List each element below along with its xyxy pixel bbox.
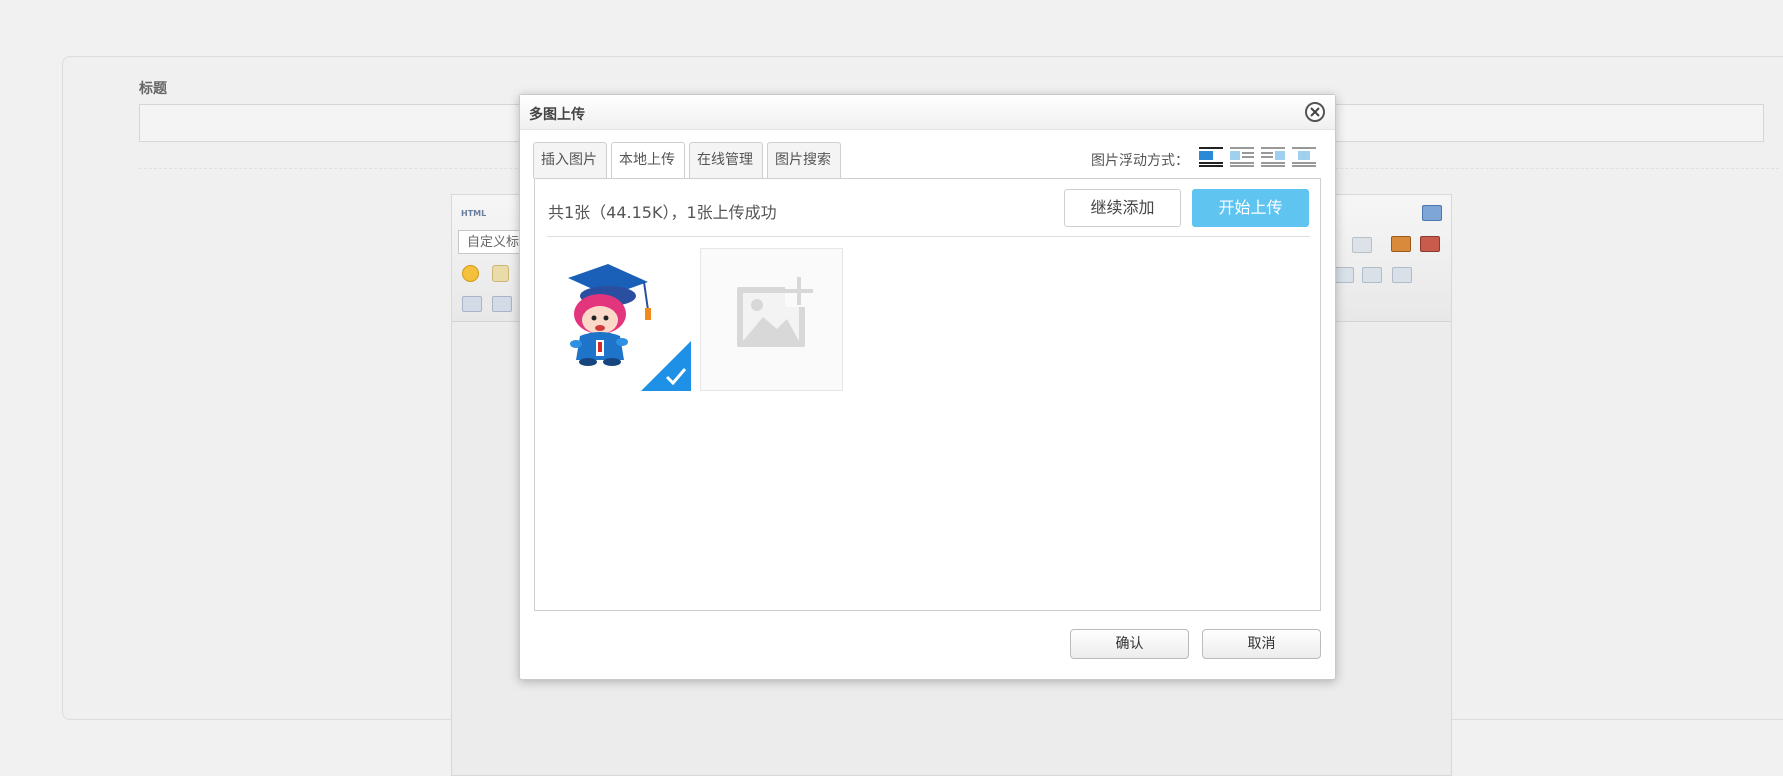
preview-icon[interactable] <box>1422 205 1442 221</box>
multi-image-upload-dialog: 多图上传 插入图片 本地上传 在线管理 图片搜索 图片浮动方式： 共1张（44.… <box>519 94 1336 680</box>
cancel-button[interactable]: 取消 <box>1202 629 1321 659</box>
divider <box>547 236 1310 237</box>
upload-panel: 共1张（44.15K），1张上传成功 继续添加 开始上传 <box>534 178 1321 611</box>
confirm-button[interactable]: 确认 <box>1070 629 1189 659</box>
tab-insert-image[interactable]: 插入图片 <box>533 142 607 178</box>
uploaded-image-thumbnail[interactable] <box>548 248 691 391</box>
left-float-icon[interactable] <box>1230 147 1254 167</box>
image-icon[interactable] <box>1391 236 1411 252</box>
table-row-icon[interactable] <box>1334 267 1354 283</box>
close-icon <box>1310 107 1320 117</box>
table-icon[interactable] <box>492 296 512 312</box>
tab-online-manage[interactable]: 在线管理 <box>689 142 763 178</box>
right-float-icon[interactable] <box>1261 147 1285 167</box>
add-image-placeholder[interactable] <box>700 248 843 391</box>
close-button[interactable] <box>1305 102 1325 122</box>
float-mode-label: 图片浮动方式： <box>1091 153 1189 169</box>
dialog-title: 多图上传 <box>529 107 585 123</box>
multi-image-icon[interactable] <box>1420 236 1440 252</box>
none-float-icon[interactable] <box>1199 147 1223 167</box>
start-upload-button[interactable]: 开始上传 <box>1192 189 1309 227</box>
dialog-header: 多图上传 <box>520 95 1335 130</box>
align-icon[interactable] <box>1352 237 1372 253</box>
html-source-button[interactable]: HTML <box>461 209 486 218</box>
add-image-icon <box>737 277 813 347</box>
upload-success-check-icon <box>641 341 691 391</box>
table-col-icon[interactable] <box>1362 267 1382 283</box>
table-icon[interactable] <box>462 296 482 312</box>
emoji-icon[interactable] <box>462 265 479 282</box>
tab-local-upload[interactable]: 本地上传 <box>611 142 685 180</box>
table-cell-icon[interactable] <box>1392 267 1412 283</box>
title-field-label: 标题 <box>139 81 167 97</box>
center-float-icon[interactable] <box>1292 147 1316 167</box>
upload-status: 共1张（44.15K），1张上传成功 <box>548 203 777 222</box>
continue-add-button[interactable]: 继续添加 <box>1064 189 1181 227</box>
wand-icon[interactable] <box>492 265 509 282</box>
tab-image-search[interactable]: 图片搜索 <box>767 142 841 178</box>
